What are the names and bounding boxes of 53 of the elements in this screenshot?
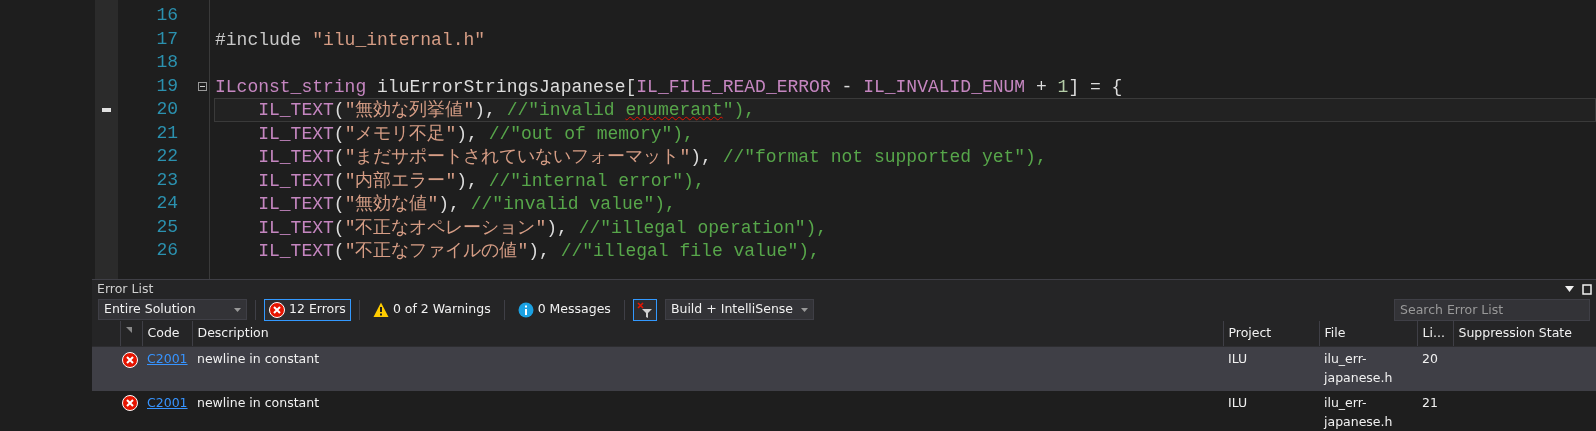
code-line: IL_TEXT("不正なファイルの値"), //"illegal file value"), (257, 240, 821, 263)
table-cell: 20 (1417, 346, 1453, 391)
filter-button[interactable]: 12 Errors (264, 298, 351, 321)
filter-button[interactable]: 0 of 2 Warnings (367, 298, 496, 321)
table-cell: 21 (1417, 390, 1453, 431)
line-number: 16 (155, 4, 179, 27)
source-dropdown[interactable]: Build + IntelliSense (664, 299, 814, 321)
line-number: 20 (155, 98, 179, 121)
error-icon (122, 395, 138, 412)
column-header[interactable]: File (1319, 320, 1417, 347)
panel-title: Error List (97, 280, 154, 298)
caret-icon (234, 307, 241, 312)
filter-toggle-button[interactable] (632, 298, 657, 321)
line-number: 21 (155, 121, 179, 145)
line-number: 25 (155, 215, 179, 239)
table-cell: ILU (1223, 390, 1319, 431)
line-number: 22 (155, 145, 179, 168)
column-header[interactable]: Code (142, 320, 192, 347)
caret-icon (800, 307, 808, 312)
scope-dropdown[interactable]: Entire Solution (98, 299, 247, 321)
sort-corner-icon (125, 327, 132, 334)
code-line: IL_TEXT("まだサポートされていないフォーマット"), //"format not supported yet"), (257, 146, 1048, 169)
line-number: 18 (155, 51, 179, 74)
collapse-icon[interactable] (198, 81, 207, 91)
warning-icon (372, 301, 389, 318)
dropdown-arrow-icon[interactable] (1565, 286, 1574, 293)
code-line: IL_TEXT("メモリ不足"), //"out of memory"), (257, 122, 695, 145)
code-line: ILconst_string iluErrorStringsJapanese[IL_FILE_READ_ERROR - IL_INVALID_ENUM + 1] = { (214, 75, 1124, 98)
column-header[interactable]: Suppression State (1453, 320, 1596, 347)
search-field[interactable]: Search Error List (1394, 298, 1590, 321)
column-header[interactable]: Li... (1417, 320, 1453, 347)
line-number: 17 (155, 27, 179, 51)
code-line: IL_TEXT("内部エラー"), //"internal error"), (257, 169, 706, 192)
code-line: #include "ilu_internal.h" (214, 28, 487, 51)
table-cell: newline in constant (192, 390, 1223, 431)
error-icon (269, 301, 285, 318)
filter-button[interactable]: 0 Messages (512, 298, 616, 321)
code-line: IL_TEXT("無効な値"), //"invalid value"), (257, 193, 677, 216)
table-cell: ilu_err-japanese.h (1319, 346, 1417, 391)
line-number: 26 (155, 239, 179, 262)
line-number: 24 (155, 192, 179, 215)
column-header[interactable]: Description (192, 320, 1223, 347)
maximize-icon[interactable] (1582, 283, 1592, 295)
table-cell: ILU (1223, 346, 1319, 391)
info-icon (517, 301, 534, 318)
error-icon (122, 351, 138, 368)
table-cell: newline in constant (192, 346, 1223, 391)
column-header[interactable]: Project (1223, 320, 1319, 347)
line-number: 23 (155, 168, 179, 192)
line-number: 19 (155, 74, 179, 98)
table-cell: ilu_err-japanese.h (1319, 390, 1417, 431)
code-line: IL_TEXT("不正なオペレーション"), //"illegal operation"), (257, 216, 829, 239)
filter-icon (636, 301, 653, 318)
